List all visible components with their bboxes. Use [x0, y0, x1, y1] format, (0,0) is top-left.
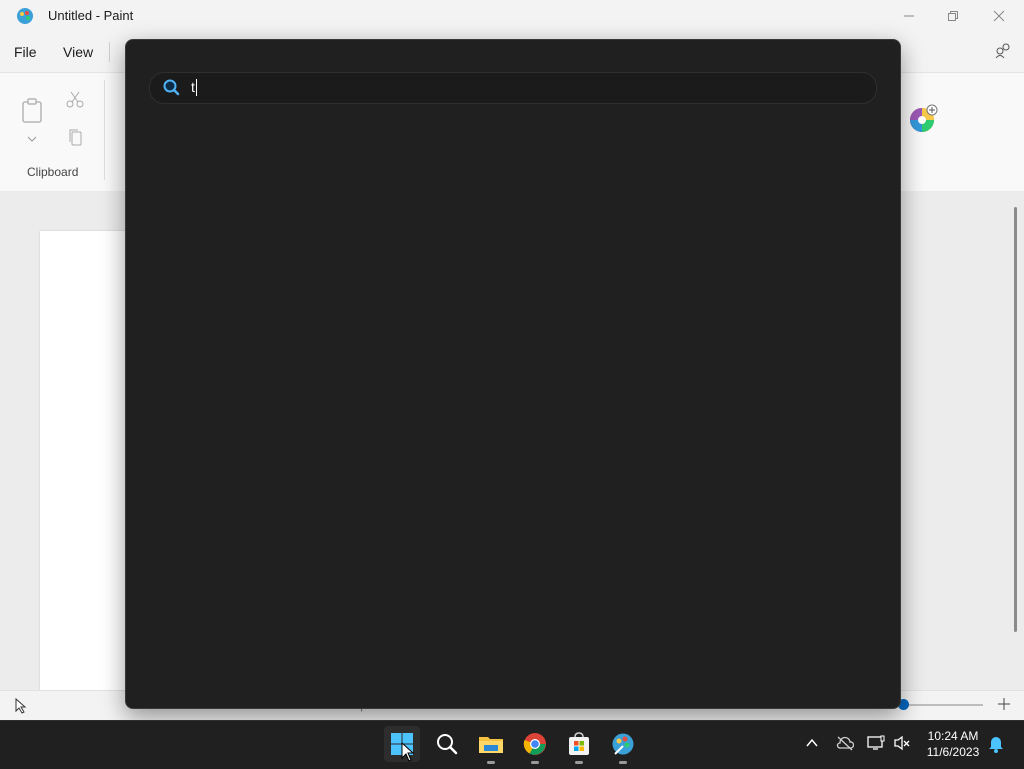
search-panel: [125, 39, 901, 709]
show-hidden-icons-chevron-up-icon[interactable]: [805, 736, 819, 755]
share-icon[interactable]: [994, 42, 1012, 65]
copy-icon[interactable]: [68, 129, 84, 152]
taskbar-file-explorer[interactable]: [473, 726, 509, 764]
maximize-button[interactable]: [930, 0, 976, 32]
taskbar-clock[interactable]: 10:24 AM 11/6/2023: [920, 728, 986, 760]
clock-date: 11/6/2023: [926, 745, 980, 759]
chrome-icon: [523, 733, 546, 755]
title-bar: Untitled - Paint: [0, 0, 1024, 32]
running-indicator: [575, 761, 583, 764]
close-icon: [993, 10, 1005, 22]
menu-file[interactable]: File: [14, 44, 37, 60]
taskbar-search-button[interactable]: [429, 726, 465, 762]
network-icon[interactable]: [867, 735, 885, 756]
menu-divider: [109, 42, 110, 62]
minimize-icon: [904, 15, 914, 17]
paste-icon[interactable]: [21, 98, 43, 129]
running-indicator: [619, 761, 627, 764]
paint-app-icon: [16, 7, 34, 25]
taskbar-chrome[interactable]: [517, 726, 553, 764]
volume-muted-icon[interactable]: [893, 735, 911, 756]
zoom-slider-track[interactable]: [903, 704, 983, 706]
close-button[interactable]: [976, 0, 1022, 32]
mouse-cursor-icon: [401, 741, 415, 767]
text-caret: [196, 79, 197, 96]
pointer-icon: [14, 697, 28, 719]
clock-time: 10:24 AM: [927, 729, 979, 743]
running-indicator: [531, 761, 539, 764]
search-icon: [437, 734, 458, 755]
zoom-in-icon[interactable]: [997, 697, 1011, 716]
ribbon-divider: [104, 80, 105, 180]
menu-view[interactable]: View: [63, 44, 93, 60]
notification-bell-icon[interactable]: [988, 735, 1004, 758]
minimize-button[interactable]: [886, 0, 932, 32]
search-input[interactable]: t: [191, 79, 791, 97]
drawing-canvas[interactable]: [40, 231, 130, 691]
onedrive-offline-icon[interactable]: [836, 735, 855, 756]
taskbar-paint[interactable]: [605, 726, 641, 764]
search-icon: [162, 78, 180, 101]
cut-icon[interactable]: [66, 90, 84, 113]
clipboard-group-label: Clipboard: [27, 165, 79, 179]
taskbar-microsoft-store[interactable]: [561, 726, 597, 764]
store-icon: [569, 732, 589, 755]
folder-icon: [479, 737, 503, 753]
chevron-down-icon[interactable]: [27, 130, 37, 148]
paint-icon: [612, 733, 634, 755]
edit-colors-icon[interactable]: [910, 104, 938, 139]
vertical-scrollbar[interactable]: [1014, 207, 1017, 632]
restore-icon: [948, 11, 958, 21]
window-title: Untitled - Paint: [48, 8, 134, 23]
running-indicator: [487, 761, 495, 764]
